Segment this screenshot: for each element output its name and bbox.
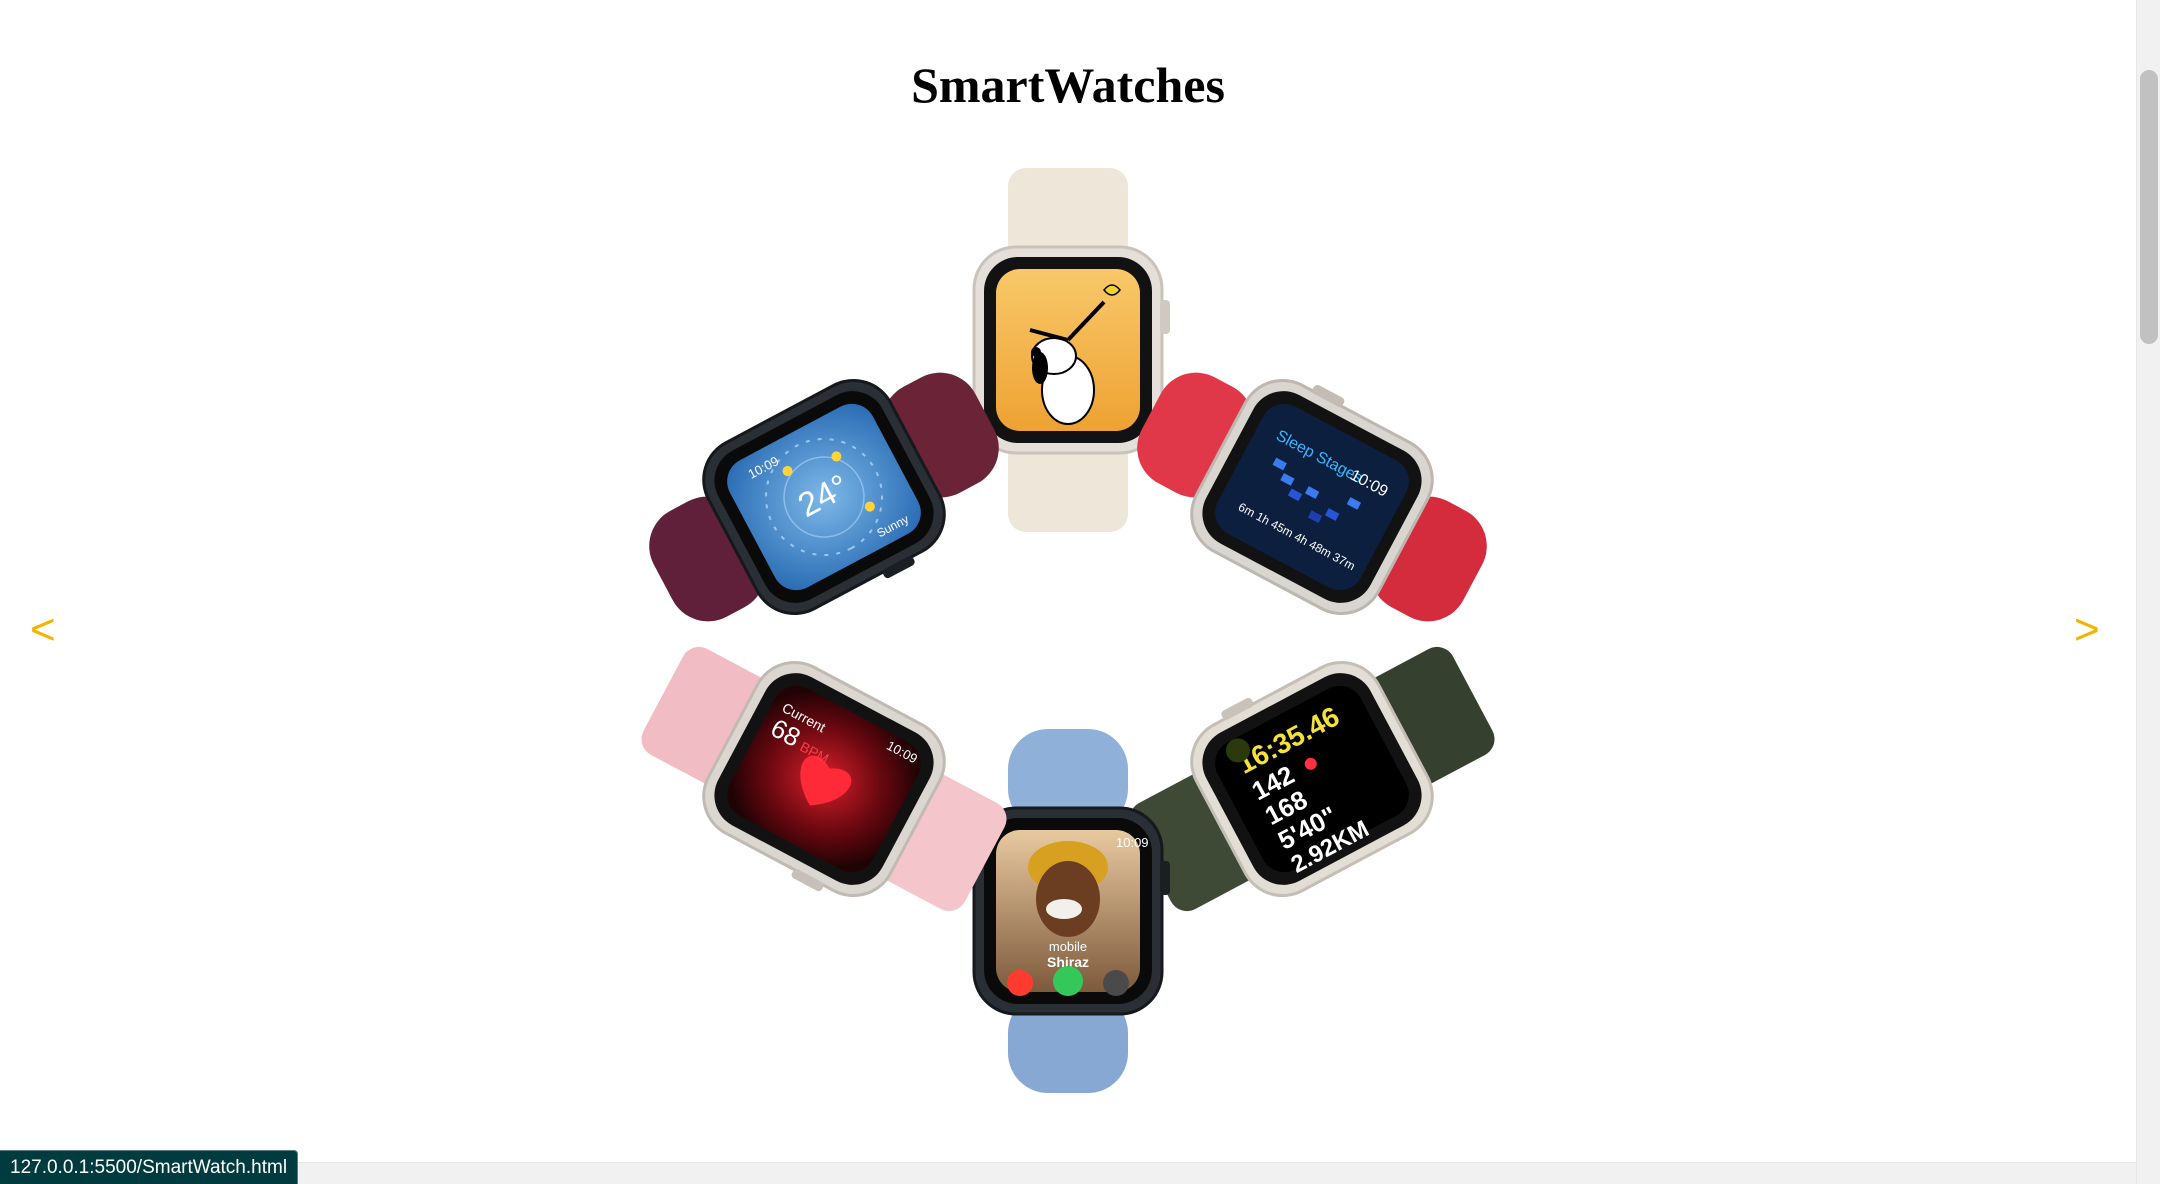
watch-workout: 16:35.46 142 168 5'40" 2.92KM [1129, 646, 1495, 912]
watch-heart-rate: Current 68 BPM 10:09 [641, 646, 1007, 912]
smartwatch-showcase-image: Sleep Stages 10:09 6m 1h 45m 4h 48m 37m [641, 168, 1495, 1093]
watch-phone-call: mobile Shiraz 10:09 [972, 729, 1170, 1093]
horizontal-scrollbar[interactable] [0, 1162, 2136, 1184]
status-bar-url: 127.0.0.1:5500/SmartWatch.html [0, 1150, 299, 1184]
watch-weather: 24° 10:09 Sunny [649, 372, 999, 622]
watch-snoopy [972, 168, 1170, 532]
svg-text:10:09: 10:09 [1116, 835, 1149, 850]
watch-sleep-stages: Sleep Stages 10:09 6m 1h 45m 4h 48m 37m [1137, 372, 1487, 622]
svg-text:mobile: mobile [1049, 939, 1087, 954]
page: SmartWatches < > Sleep Stages 10:09 6m 1… [0, 0, 2160, 1184]
vertical-scrollbar-thumb[interactable] [2140, 70, 2158, 344]
